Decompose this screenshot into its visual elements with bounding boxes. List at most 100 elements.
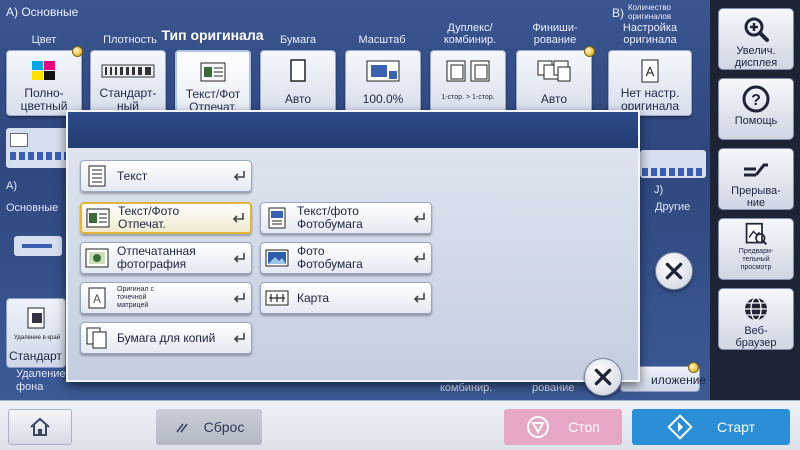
preview-icon [745, 222, 768, 246]
option-dot-matrix[interactable]: A Оригинал с точечной матрицей [80, 282, 252, 314]
option-map-label: Карта [297, 290, 330, 305]
finishing-value: Авто [540, 92, 568, 106]
home-icon [30, 417, 50, 436]
reset-button[interactable]: Сброс [156, 409, 262, 445]
stop-button[interactable]: Стоп [504, 409, 622, 445]
zoom-display-button[interactable]: Увелич. дисплея [718, 8, 794, 70]
enter-arrow-icon [232, 213, 244, 223]
original-setting-tile[interactable]: A Нет настр. оригинала [608, 50, 692, 116]
original-type-dialog: Текст Текст/Фото Отпечат. Текст/фото Фот… [66, 110, 640, 382]
option-copy-paper-label: Бумага для копий [117, 330, 216, 345]
section-a-label: A) Основные [6, 5, 79, 19]
density-tile[interactable]: Стандарт- ный [90, 50, 166, 116]
finishing-icon [537, 60, 571, 82]
option-printed-photo-label: Отпечатанная фотография [117, 244, 196, 271]
left-a-label: A) [6, 180, 17, 192]
text-photo-paper-icon [268, 207, 286, 229]
start-icon [667, 414, 693, 440]
option-text-photo-printed[interactable]: Текст/Фото Отпечат. [80, 202, 252, 234]
enter-arrow-icon [233, 253, 245, 263]
option-text-photo-paper[interactable]: Текст/фото Фотобумага [260, 202, 432, 234]
close-icon [665, 262, 683, 280]
tab-finishing[interactable]: Финиши- рование [520, 22, 590, 46]
photo-paper-icon [265, 249, 289, 267]
tab-original-setting[interactable]: Настройка оригинала [605, 22, 695, 46]
scroll-left-icon[interactable] [10, 133, 28, 147]
text-photo-printed-icon [86, 208, 110, 228]
duplex-tile[interactable]: 1-стор. > 1-стор. [430, 50, 506, 116]
interrupt-label: Прерыва- ние [731, 185, 781, 209]
right-strip [640, 150, 706, 178]
interrupt-icon [744, 163, 768, 177]
option-photo-paper[interactable]: Фото Фотобумага [260, 242, 432, 274]
dialog-close-button[interactable] [584, 358, 622, 396]
tab-original-type[interactable]: Тип оригинала [155, 28, 270, 42]
text-photo-icon [200, 62, 226, 82]
web-browser-label: Веб- браузер [735, 325, 777, 349]
dot-matrix-icon: A [88, 287, 106, 309]
enter-arrow-icon [233, 333, 245, 343]
finishing-bottom-label: рование [532, 382, 575, 394]
close-icon [594, 368, 612, 386]
scroll-strip[interactable] [6, 128, 70, 168]
left-basic-label: Основные [6, 202, 59, 214]
interrupt-button[interactable]: Прерыва- ние [718, 148, 794, 210]
reset-label: Сброс [203, 419, 245, 435]
tab-color[interactable]: Цвет [14, 34, 74, 46]
svg-text:A: A [93, 292, 101, 306]
section-b-label: B) [612, 6, 624, 20]
color-indicator-dot [72, 46, 83, 57]
option-text-label: Текст [117, 168, 148, 183]
enter-arrow-icon [413, 293, 425, 303]
option-photo-paper-label: Фото Фотобумага [297, 244, 363, 271]
start-button[interactable]: Старт [632, 409, 790, 445]
background-close-button[interactable] [655, 252, 693, 290]
duplex-value: 1-стор. > 1-стор. [441, 94, 495, 101]
erase-tile[interactable]: Удаление в край Стандарт [6, 298, 66, 368]
color-tile[interactable]: Полно- цветный [6, 50, 82, 116]
right-other-label: Другие [655, 201, 691, 213]
attach-label: иложение [651, 373, 707, 387]
paper-tile[interactable]: Авто [260, 50, 336, 116]
option-map[interactable]: Карта [260, 282, 432, 314]
globe-icon [745, 297, 767, 321]
svg-text:?: ? [751, 92, 761, 109]
zoom-display-label: Увелич. дисплея [734, 45, 778, 69]
stop-icon [527, 416, 550, 438]
option-printed-photo[interactable]: Отпечатанная фотография [80, 242, 252, 274]
option-copy-paper[interactable]: Бумага для копий [80, 322, 252, 354]
enter-arrow-icon [413, 213, 425, 223]
dialog-body: Текст Текст/Фото Отпечат. Текст/фото Фот… [68, 148, 638, 380]
tab-zoom[interactable]: Масштаб [352, 34, 412, 46]
preview-button[interactable]: Предвари- тельный просмотр [718, 218, 794, 280]
enter-arrow-icon [233, 293, 245, 303]
tab-paper[interactable]: Бумага [268, 34, 328, 46]
option-text[interactable]: Текст [80, 160, 252, 192]
original-type-tile[interactable]: Текст/Фот Отпечат. [175, 50, 251, 116]
map-icon [265, 290, 289, 306]
enter-arrow-icon [233, 171, 245, 181]
combine-label: комбинир. [440, 382, 493, 394]
erase-label: Удаление фона [16, 368, 66, 393]
help-label: Помощь [734, 115, 778, 127]
finishing-tile[interactable]: Авто [516, 50, 592, 116]
side-panel: Увелич. дисплея ? Помощь Прерыва- ние Пр… [710, 0, 800, 400]
original-setting-icon: A [641, 59, 659, 83]
option-text-photo-printed-label: Текст/Фото Отпечат. [118, 204, 180, 231]
web-browser-button[interactable]: Веб- браузер [718, 288, 794, 350]
option-dot-matrix-label: Оригинал с точечной матрицей [117, 286, 154, 309]
printed-photo-icon [85, 248, 109, 268]
help-button[interactable]: ? Помощь [718, 78, 794, 140]
attach-indicator-dot [688, 362, 699, 373]
tab-density[interactable]: Плотность [98, 34, 162, 46]
left-function-tile[interactable] [14, 236, 62, 256]
svg-text:A: A [646, 64, 655, 79]
paper-icon [290, 59, 306, 82]
reset-icon [176, 423, 188, 433]
text-document-icon [88, 165, 106, 187]
erase-icon [27, 307, 45, 329]
zoom-tile[interactable]: 100.0% [345, 50, 421, 116]
help-icon: ? [742, 85, 770, 113]
home-button[interactable] [8, 409, 72, 445]
tab-duplex[interactable]: Дуплекс/ комбинир. [430, 22, 510, 46]
